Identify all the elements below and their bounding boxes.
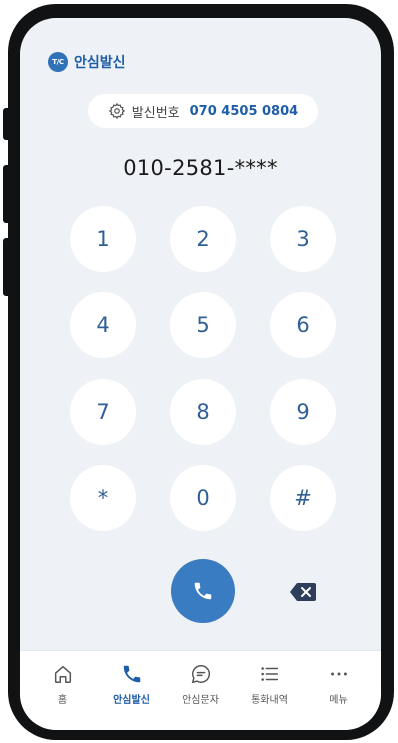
nav-safe-message[interactable]: 안심문자 — [171, 663, 231, 730]
phone-screen: T/C 안심발신 발신번호 070 4505 0804 010-2581-***… — [20, 18, 381, 730]
phone-icon — [123, 665, 140, 683]
side-button — [3, 238, 11, 296]
backspace-button[interactable] — [290, 583, 316, 601]
caller-id-selector[interactable]: 발신번호 070 4505 0804 — [88, 94, 318, 128]
nav-safe-call[interactable]: 안심발신 — [102, 663, 162, 730]
nav-label: 통화내역 — [251, 695, 288, 706]
bottom-nav: 홈 안심발신 안심문자 통화내역 메뉴 — [20, 650, 381, 730]
caller-id-number: 070 4505 0804 — [189, 103, 299, 119]
nav-label: 안심문자 — [182, 695, 219, 706]
nav-label: 홈 — [57, 695, 68, 706]
side-button — [3, 108, 11, 140]
dialed-number: 010-2581-**** — [123, 156, 278, 180]
brand-name: 안심발신 — [74, 55, 126, 71]
nav-home[interactable]: 홈 — [33, 663, 93, 730]
key-hash[interactable]: # — [270, 465, 336, 531]
key-5[interactable]: 5 — [170, 292, 236, 358]
chat-icon — [191, 665, 210, 684]
brand-header: T/C 안심발신 — [48, 52, 126, 72]
key-star[interactable]: * — [70, 465, 136, 531]
key-7[interactable]: 7 — [70, 379, 136, 445]
key-8[interactable]: 8 — [170, 379, 236, 445]
list-icon — [260, 667, 278, 681]
nav-call-history[interactable]: 통화내역 — [240, 663, 300, 730]
call-button[interactable] — [171, 559, 235, 623]
home-icon — [54, 665, 71, 683]
key-6[interactable]: 6 — [270, 292, 336, 358]
caller-id-label: 발신번호 — [131, 105, 180, 121]
backspace-icon — [290, 583, 316, 601]
brand-logo-icon: T/C — [48, 52, 68, 72]
gear-icon — [108, 102, 125, 120]
key-1[interactable]: 1 — [70, 206, 136, 272]
phone-icon — [194, 582, 212, 600]
key-4[interactable]: 4 — [70, 292, 136, 358]
nav-label: 안심발신 — [113, 695, 150, 706]
key-0[interactable]: 0 — [170, 465, 236, 531]
more-icon — [330, 672, 347, 676]
key-9[interactable]: 9 — [270, 379, 336, 445]
key-3[interactable]: 3 — [270, 206, 336, 272]
side-button — [3, 165, 11, 223]
key-2[interactable]: 2 — [170, 206, 236, 272]
nav-menu[interactable]: 메뉴 — [309, 663, 369, 730]
nav-label: 메뉴 — [329, 695, 348, 706]
